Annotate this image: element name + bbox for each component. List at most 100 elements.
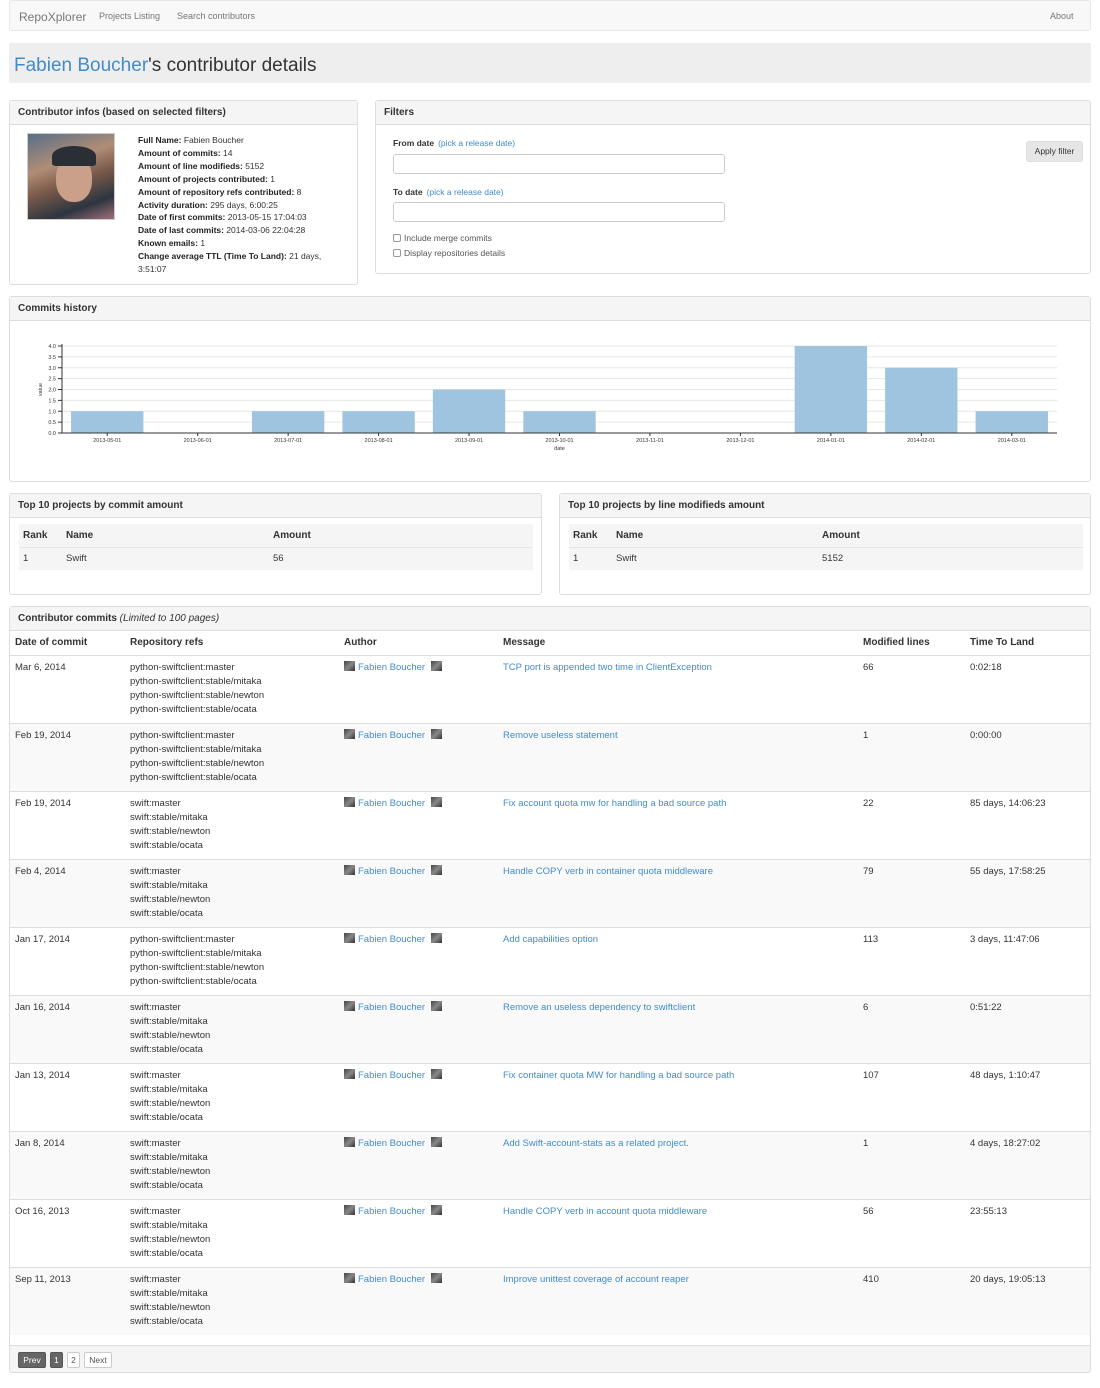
author-details-icon[interactable] bbox=[431, 932, 443, 943]
author-link[interactable]: Fabien Boucher bbox=[358, 866, 425, 877]
top-lines-table: Rank Name Amount 1 Swift 5152 bbox=[569, 524, 1083, 570]
y-tick-label: 3.0 bbox=[48, 366, 56, 372]
repository-ref: swift:stable/ocata bbox=[130, 1044, 203, 1056]
to-date-label-text: To date bbox=[393, 187, 423, 197]
author-details-icon[interactable] bbox=[431, 660, 443, 671]
display-repos-checkbox[interactable] bbox=[393, 249, 401, 257]
x-tick-label: 2013-07-01 bbox=[274, 438, 302, 444]
repository-refs: swift:master swift:stable/mitaka swift:sta… bbox=[125, 790, 339, 859]
commit-message-link[interactable]: Improve unittest coverage of account rea… bbox=[503, 1274, 689, 1285]
table-row: Sep 11, 2013 swift:master swift:stable/mit… bbox=[10, 1266, 1090, 1335]
info-line: Change average TTL (Time To Land): 21 da… bbox=[138, 250, 338, 276]
commit-message-link[interactable]: Remove useless statement bbox=[503, 730, 618, 741]
next-page-button[interactable]: Next bbox=[84, 1352, 112, 1368]
repository-ref: swift:master bbox=[130, 1273, 181, 1285]
repository-ref: swift:master bbox=[130, 1069, 181, 1081]
commit-message-link[interactable]: Add Swift-account-stats as a related pro… bbox=[503, 1138, 689, 1149]
chart-bar bbox=[975, 411, 1048, 433]
commit-message-link[interactable]: TCP port is appended two time in ClientE… bbox=[503, 662, 712, 673]
col-name: Name bbox=[612, 524, 818, 547]
commit-message-link[interactable]: Add capabilities option bbox=[503, 934, 598, 945]
author-link[interactable]: Fabien Boucher bbox=[358, 1274, 425, 1285]
amount-cell: 56 bbox=[269, 546, 533, 570]
from-pick-release-link[interactable]: (pick a release date) bbox=[438, 138, 515, 148]
author-cell: Fabien Boucher bbox=[339, 722, 498, 791]
author-cell: Fabien Boucher bbox=[339, 654, 498, 723]
contributor-name-link[interactable]: Fabien Boucher bbox=[14, 55, 148, 76]
repository-ref: python-swiftclient:master bbox=[130, 933, 235, 945]
info-value: 2013-05-15 17:04:03 bbox=[225, 212, 307, 223]
prev-page-button[interactable]: Prev bbox=[18, 1352, 46, 1368]
author-link[interactable]: Fabien Boucher bbox=[358, 1138, 425, 1149]
commit-message-link[interactable]: Fix container quota MW for handling a ba… bbox=[503, 1070, 734, 1081]
filters-heading: Filters bbox=[376, 101, 1090, 125]
include-merge-checkbox[interactable] bbox=[393, 234, 401, 242]
y-tick-label: 4.0 bbox=[48, 344, 56, 350]
author-link[interactable]: Fabien Boucher bbox=[358, 1070, 425, 1081]
col-message: Message bbox=[498, 631, 858, 656]
contributor-avatar bbox=[27, 133, 115, 220]
author-details-icon[interactable] bbox=[431, 1000, 443, 1011]
info-line: Known emails: 1 bbox=[138, 237, 338, 250]
page-2-button[interactable]: 2 bbox=[67, 1352, 80, 1368]
x-tick-label: 2013-08-01 bbox=[365, 438, 393, 444]
repository-ref: swift:stable/ocata bbox=[130, 1248, 203, 1260]
author-details-icon[interactable] bbox=[431, 1204, 443, 1215]
author-link[interactable]: Fabien Boucher bbox=[358, 934, 425, 945]
repository-ref: swift:stable/mitaka bbox=[130, 811, 208, 823]
author-cell: Fabien Boucher bbox=[339, 1062, 498, 1131]
commit-message-link[interactable]: Fix account quota mw for handling a bad … bbox=[503, 798, 726, 809]
repository-ref: python-swiftclient:stable/ocata bbox=[130, 704, 257, 716]
author-details-icon[interactable] bbox=[431, 796, 443, 807]
top-commits-panel: Top 10 projects by commit amount Rank Na… bbox=[9, 493, 542, 595]
contributor-infos-heading: Contributor infos (based on selected fil… bbox=[10, 101, 357, 125]
x-tick-label: 2013-10-01 bbox=[545, 438, 573, 444]
commit-message-link[interactable]: Remove an useless dependency to swiftcli… bbox=[503, 1002, 695, 1013]
commit-message: Handle COPY verb in container quota midd… bbox=[498, 858, 858, 927]
repository-ref: swift:master bbox=[130, 865, 181, 877]
commit-message-link[interactable]: Handle COPY verb in container quota midd… bbox=[503, 866, 713, 877]
commit-message: Improve unittest coverage of account rea… bbox=[498, 1266, 858, 1335]
repository-ref: swift:master bbox=[130, 797, 181, 809]
nav-projects-listing[interactable]: Projects Listing bbox=[99, 11, 160, 21]
to-date-input[interactable] bbox=[393, 202, 725, 222]
name-cell: Swift bbox=[612, 546, 818, 570]
author-link[interactable]: Fabien Boucher bbox=[358, 798, 425, 809]
author-details-icon[interactable] bbox=[431, 1068, 443, 1079]
repository-ref: swift:stable/ocata bbox=[130, 1180, 203, 1192]
repository-ref: swift:stable/newton bbox=[130, 1098, 211, 1110]
author-details-icon[interactable] bbox=[431, 1272, 443, 1283]
brand-link[interactable]: RepoXplorer bbox=[19, 10, 86, 24]
nav-about[interactable]: About bbox=[1050, 11, 1074, 21]
repository-ref: swift:stable/mitaka bbox=[130, 1287, 208, 1299]
author-details-icon[interactable] bbox=[431, 1136, 443, 1147]
author-link[interactable]: Fabien Boucher bbox=[358, 1206, 425, 1217]
name-cell: Swift bbox=[62, 546, 269, 570]
from-date-input[interactable] bbox=[393, 154, 725, 174]
repository-ref: swift:stable/ocata bbox=[130, 1112, 203, 1124]
repository-refs: swift:master swift:stable/mitaka swift:sta… bbox=[125, 1198, 339, 1267]
author-link[interactable]: Fabien Boucher bbox=[358, 730, 425, 741]
author-avatar-icon bbox=[344, 660, 355, 671]
apply-filter-button[interactable]: Apply filter bbox=[1026, 141, 1083, 162]
display-repos-label: Display repositories details bbox=[404, 248, 506, 258]
table-row: Mar 6, 2014 python-swiftclient:master pyth… bbox=[10, 654, 1090, 723]
time-to-land: 0:00:00 bbox=[965, 722, 1090, 791]
author-details-icon[interactable] bbox=[431, 864, 443, 875]
author-avatar-icon bbox=[344, 1000, 355, 1011]
author-details-icon[interactable] bbox=[431, 728, 443, 739]
col-repo-refs: Repository refs bbox=[125, 631, 339, 656]
author-link[interactable]: Fabien Boucher bbox=[358, 1002, 425, 1013]
commit-date: Oct 16, 2013 bbox=[10, 1198, 125, 1267]
contributor-commits-heading: Contributor commits (Limited to 100 page… bbox=[10, 607, 1090, 631]
nav-search-contributors[interactable]: Search contributors bbox=[177, 11, 255, 21]
author-link[interactable]: Fabien Boucher bbox=[358, 662, 425, 673]
to-pick-release-link[interactable]: (pick a release date) bbox=[427, 187, 504, 197]
page-1-button[interactable]: 1 bbox=[50, 1352, 63, 1368]
avatar-cap bbox=[52, 146, 96, 166]
info-label: Date of first commits: bbox=[138, 212, 226, 223]
repository-ref: python-swiftclient:stable/mitaka bbox=[130, 947, 262, 959]
commit-message-link[interactable]: Handle COPY verb in account quota middle… bbox=[503, 1206, 707, 1217]
y-tick-label: 0.0 bbox=[48, 431, 56, 437]
navbar: RepoXplorer Projects Listing Search cont… bbox=[9, 0, 1091, 31]
